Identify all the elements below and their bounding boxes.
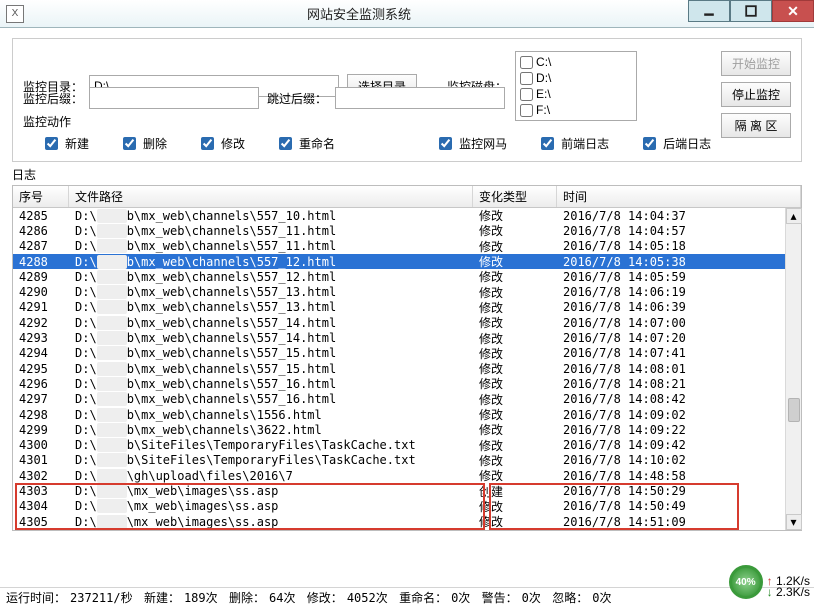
table-row[interactable]: 4300D:\xxxxxb\SiteFiles\TemporaryFiles\T…	[13, 437, 801, 452]
col-type[interactable]: 变化类型	[473, 186, 557, 207]
app-window: X 网站安全监测系统 ✕ 监控目录： 选择目录 监控磁盘： C:\D:\E:\F…	[0, 0, 814, 607]
col-time[interactable]: 时间	[557, 186, 801, 207]
table-row[interactable]: 4287D:\xxxxxb\mx_web\channels\557_11.htm…	[13, 239, 801, 254]
net-down: 2.3K/s	[767, 587, 810, 598]
vertical-scrollbar[interactable]: ▴ ▾	[785, 208, 801, 530]
chk-backlog[interactable]: 后端日志	[639, 134, 711, 153]
scroll-thumb[interactable]	[788, 398, 800, 422]
log-grid: 序号 文件路径 变化类型 时间 4285D:\xxxxxb\mx_web\cha…	[12, 185, 802, 531]
scroll-up-icon[interactable]: ▴	[786, 208, 802, 224]
app-icon: X	[6, 5, 24, 23]
chk-frontlog[interactable]: 前端日志	[537, 134, 609, 153]
chk-delete[interactable]: 删除	[119, 134, 167, 153]
skip-label: 跳过后缀：	[267, 90, 327, 107]
table-row[interactable]: 4301D:\xxxxxb\SiteFiles\TemporaryFiles\T…	[13, 453, 801, 468]
status-mod-label: 修改：	[307, 589, 343, 606]
status-new-label: 新建：	[144, 589, 180, 606]
status-ign-val: 0次	[592, 589, 611, 606]
table-row[interactable]: 4297D:\xxxxxb\mx_web\channels\557_16.htm…	[13, 392, 801, 407]
table-row[interactable]: 4293D:\xxxxxb\mx_web\channels\557_14.htm…	[13, 330, 801, 345]
table-row[interactable]: 4286D:\xxxxxb\mx_web\channels\557_11.htm…	[13, 223, 801, 238]
col-seq[interactable]: 序号	[13, 186, 69, 207]
actions-label: 监控动作	[23, 113, 791, 130]
start-monitor-button[interactable]: 开始监控	[721, 51, 791, 76]
scroll-down-icon[interactable]: ▾	[786, 514, 802, 530]
table-row[interactable]: 4303D:\xxxxx\mx_web\images\ss.asp创建2016/…	[13, 483, 801, 498]
status-mod-val: 4052次	[347, 589, 388, 606]
table-row[interactable]: 4285D:\xxxxxb\mx_web\channels\557_10.htm…	[13, 208, 801, 223]
status-warn-label: 警告：	[482, 589, 518, 606]
table-row[interactable]: 4298D:\xxxxxb\mx_web\channels\1556.html修…	[13, 407, 801, 422]
network-widget: 40% 1.2K/s 2.3K/s	[729, 571, 810, 605]
log-label: 日志	[12, 166, 802, 183]
status-ren-label: 重命名：	[399, 589, 447, 606]
skip-input[interactable]	[335, 87, 505, 109]
chk-modify[interactable]: 修改	[197, 134, 245, 153]
status-warn-val: 0次	[522, 589, 541, 606]
window-title: 网站安全监测系统	[30, 4, 688, 23]
table-row[interactable]: 4304D:\xxxxx\mx_web\images\ss.asp修改2016/…	[13, 499, 801, 514]
minimize-button[interactable]	[688, 0, 730, 22]
status-new-val: 189次	[184, 589, 218, 606]
disk-list[interactable]: C:\D:\E:\F:\	[515, 51, 637, 121]
table-row[interactable]: 4302D:\xxxxx\gh\upload\files\2016\7修改201…	[13, 468, 801, 483]
col-path[interactable]: 文件路径	[69, 186, 473, 207]
config-panel: 监控目录： 选择目录 监控磁盘： C:\D:\E:\F:\ 监控后缀： 跳过后缀…	[12, 38, 802, 162]
table-row[interactable]: 4292D:\xxxxxb\mx_web\channels\557_14.htm…	[13, 315, 801, 330]
status-del-val: 64次	[269, 589, 295, 606]
status-del-label: 删除：	[229, 589, 265, 606]
table-row[interactable]: 4288D:\xxxxxb\mx_web\channels\557_12.htm…	[13, 254, 801, 269]
chk-new[interactable]: 新建	[41, 134, 89, 153]
statusbar: 运行时间： 237211/秒 新建： 189次 删除： 64次 修改： 4052…	[0, 587, 814, 607]
grid-header[interactable]: 序号 文件路径 变化类型 时间	[13, 186, 801, 208]
status-ren-val: 0次	[451, 589, 470, 606]
disk-option[interactable]: E:\	[520, 86, 632, 102]
chk-rename[interactable]: 重命名	[275, 134, 335, 153]
gauge-icon: 40%	[729, 565, 763, 599]
stop-monitor-button[interactable]: 停止监控	[721, 82, 791, 107]
maximize-button[interactable]	[730, 0, 772, 22]
disk-option[interactable]: D:\	[520, 70, 632, 86]
ext-input[interactable]	[89, 87, 259, 109]
table-row[interactable]: 4296D:\xxxxxb\mx_web\channels\557_16.htm…	[13, 376, 801, 391]
status-throughput: 237211/秒	[70, 589, 133, 606]
table-row[interactable]: 4291D:\xxxxxb\mx_web\channels\557_13.htm…	[13, 300, 801, 315]
table-row[interactable]: 4299D:\xxxxxb\mx_web\channels\3622.html修…	[13, 422, 801, 437]
chk-webshell[interactable]: 监控网马	[435, 134, 507, 153]
table-row[interactable]: 4290D:\xxxxxb\mx_web\channels\557_13.htm…	[13, 284, 801, 299]
table-row[interactable]: 4289D:\xxxxxb\mx_web\channels\557_12.htm…	[13, 269, 801, 284]
titlebar[interactable]: X 网站安全监测系统 ✕	[0, 0, 814, 28]
status-runtime-label: 运行时间：	[6, 589, 66, 606]
status-ign-label: 忽略：	[552, 589, 588, 606]
table-row[interactable]: 4305D:\xxxxx\mx_web\images\ss.asp修改2016/…	[13, 514, 801, 529]
ext-label: 监控后缀：	[23, 90, 81, 107]
table-row[interactable]: 4295D:\xxxxxb\mx_web\channels\557_15.htm…	[13, 361, 801, 376]
disk-option[interactable]: C:\	[520, 54, 632, 70]
table-row[interactable]: 4294D:\xxxxxb\mx_web\channels\557_15.htm…	[13, 346, 801, 361]
close-button[interactable]: ✕	[772, 0, 814, 22]
actions-checkrow: 新建 删除 修改 重命名 监控网马 前端日志 后端日志	[23, 132, 791, 153]
grid-body[interactable]: 4285D:\xxxxxb\mx_web\channels\557_10.htm…	[13, 208, 801, 530]
client-area: 监控目录： 选择目录 监控磁盘： C:\D:\E:\F:\ 监控后缀： 跳过后缀…	[0, 28, 814, 587]
